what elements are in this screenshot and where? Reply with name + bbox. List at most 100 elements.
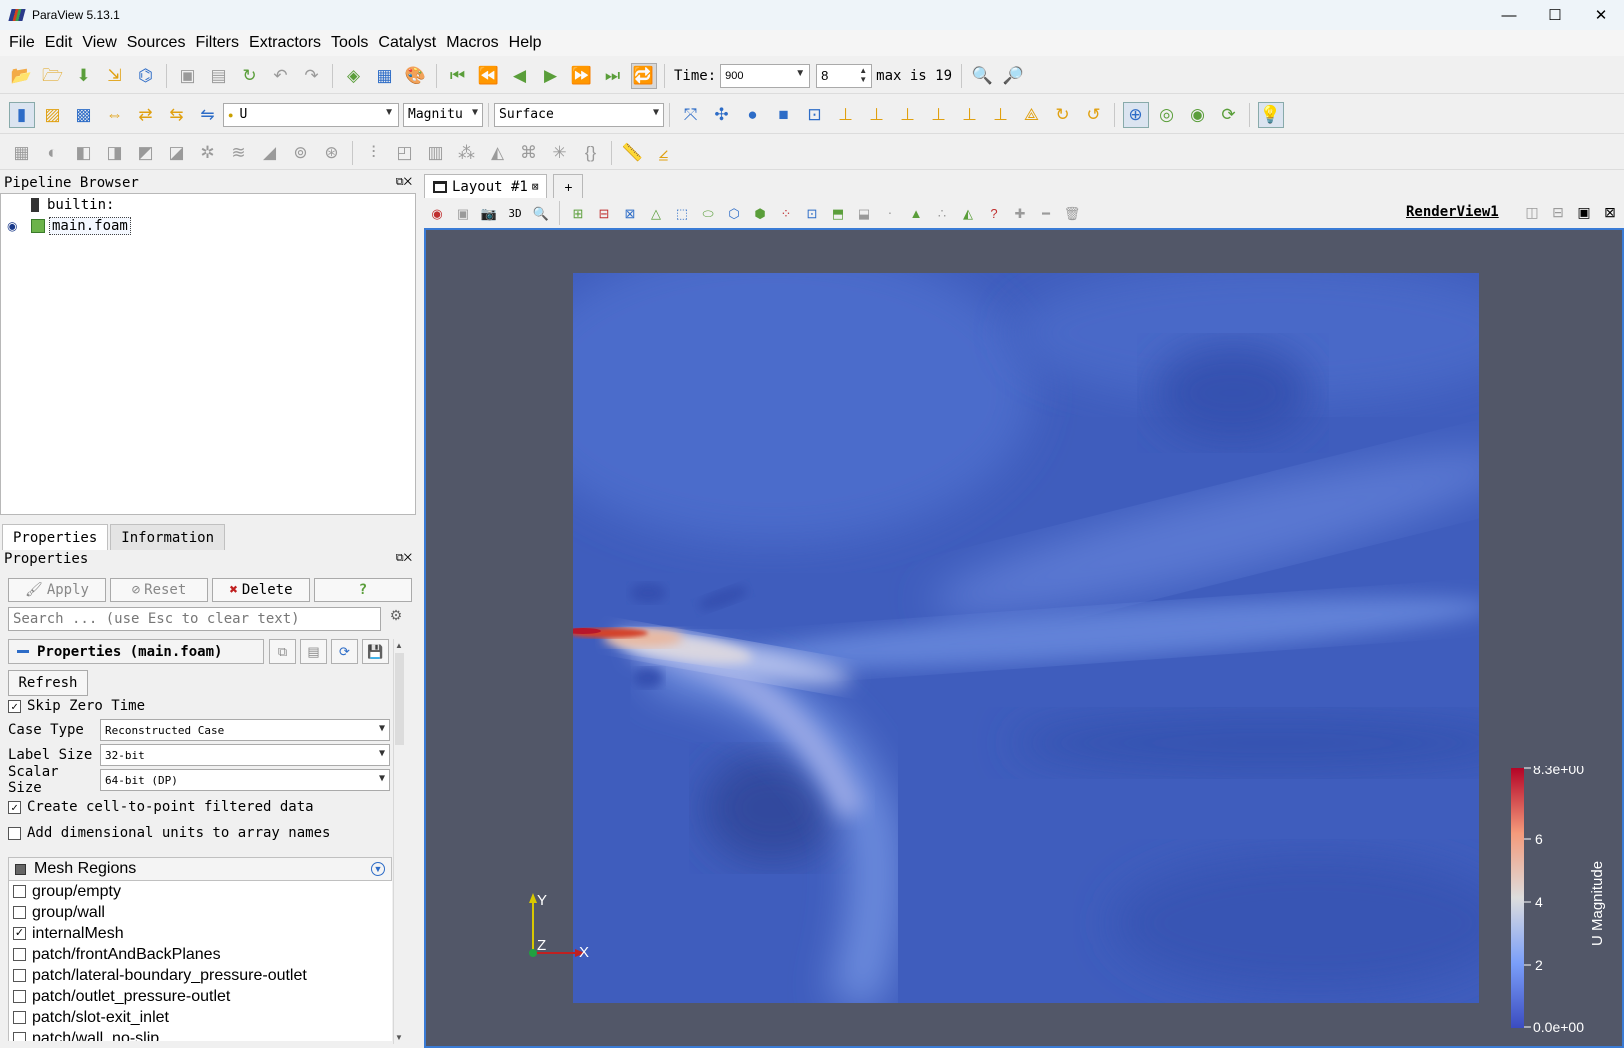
temporal-icon[interactable]: ⌘ xyxy=(516,140,542,166)
checkbox-checked[interactable]: ✓ xyxy=(8,699,21,713)
menu-tools[interactable]: Tools xyxy=(326,34,373,52)
menu-extractors[interactable]: Extractors xyxy=(244,34,326,52)
menu-help[interactable]: Help xyxy=(504,34,547,52)
pick-center-icon[interactable]: ◉ xyxy=(1185,102,1211,128)
isometric-view-icon[interactable]: ⟁ xyxy=(1019,102,1045,128)
group-icon[interactable]: ⊚ xyxy=(288,140,314,166)
apply-button[interactable]: 🖌 Apply xyxy=(8,578,106,602)
properties-section-header[interactable]: Properties (main.foam) xyxy=(8,639,264,664)
add-layout-button[interactable]: + xyxy=(553,174,584,198)
first-frame-icon[interactable]: ⏮ xyxy=(445,63,471,89)
list-item[interactable]: patch/lateral-boundary_pressure-outlet xyxy=(9,965,392,986)
ruler-icon[interactable]: 📏 xyxy=(620,140,646,166)
zoom-to-data-icon[interactable]: ● xyxy=(740,102,766,128)
checkbox-checked[interactable]: ✓ xyxy=(13,927,26,940)
interactive-select-icon[interactable]: ⬭ xyxy=(697,202,719,224)
warp-icon[interactable]: ◢ xyxy=(257,140,283,166)
minimize-button[interactable]: — xyxy=(1486,0,1532,30)
triangle-query-icon[interactable]: ◭ xyxy=(957,202,979,224)
close-view-icon[interactable]: ⊠ xyxy=(1598,201,1622,223)
reset-session-icon[interactable]: ↻ xyxy=(237,63,263,89)
time-value-combo[interactable]: 900 ▼ xyxy=(720,63,811,88)
select-block-icon[interactable]: ⬚ xyxy=(671,202,693,224)
glyph-icon[interactable]: ✲ xyxy=(195,140,221,166)
step-back-icon[interactable]: ◀ xyxy=(507,63,533,89)
help-button[interactable]: ? xyxy=(314,578,412,602)
zoom-to-box-icon[interactable]: ■ xyxy=(771,102,797,128)
case-type-combo[interactable]: Reconstructed Case ▼ xyxy=(100,719,390,741)
rotation-center-icon[interactable]: ⟳ xyxy=(1216,102,1242,128)
zoom-view-icon[interactable]: 🔍 xyxy=(530,202,552,224)
integrate-icon[interactable]: ◭ xyxy=(485,140,511,166)
eye-icon[interactable]: ◉ xyxy=(7,219,17,233)
capture-screenshot-icon[interactable]: ◉ xyxy=(426,202,448,224)
view-layout-icon[interactable]: ▣ xyxy=(452,202,474,224)
triangle-points-icon[interactable]: ∴ xyxy=(931,202,953,224)
label-size-combo[interactable]: 32-bit ▼ xyxy=(100,744,390,766)
menu-edit[interactable]: Edit xyxy=(40,34,78,52)
tab-layout-1[interactable]: Layout #1 ⊠ xyxy=(424,174,548,198)
select-polygon-points-icon[interactable]: ⬢ xyxy=(749,202,771,224)
histogram-icon[interactable]: ▥ xyxy=(423,140,449,166)
python-calc-icon[interactable]: {} xyxy=(578,140,604,166)
menu-filters[interactable]: Filters xyxy=(190,34,244,52)
checkbox-checked[interactable]: ✓ xyxy=(8,800,21,814)
reset-camera-icon[interactable]: ⤧ xyxy=(678,102,704,128)
clear-selection-icon[interactable]: ⋅ xyxy=(879,202,901,224)
save-state-icon[interactable]: ▣ xyxy=(175,63,201,89)
select-points-on-icon[interactable]: ⊟ xyxy=(593,202,615,224)
skip-zero-time-checkbox[interactable]: ✓ Skip Zero Time xyxy=(8,698,145,714)
reset-button[interactable]: ⊘ Reset xyxy=(110,578,208,602)
checkbox-unchecked[interactable] xyxy=(13,906,26,919)
reset-camera-closest-icon[interactable]: ✣ xyxy=(709,102,735,128)
shrink-selection-icon[interactable]: ⬓ xyxy=(853,202,875,224)
component-combo[interactable]: Magnitu ▼ xyxy=(403,102,483,127)
copy-icon[interactable]: ⧉ xyxy=(269,639,296,664)
python-shell-icon[interactable]: ▦ xyxy=(372,63,398,89)
list-item[interactable]: patch/outlet_pressure-outlet xyxy=(9,986,392,1007)
view-plus-y-icon[interactable]: ⊥ xyxy=(895,102,921,128)
properties-search-input[interactable]: Search ... (use Esc to clear text) xyxy=(8,607,381,631)
show-center-icon[interactable]: ⊕ xyxy=(1122,101,1149,128)
paste-icon[interactable]: ▤ xyxy=(300,639,327,664)
threshold-icon[interactable]: ◩ xyxy=(133,140,159,166)
zoom-add-icon[interactable]: 🔎 xyxy=(1001,63,1027,89)
view-plus-x-icon[interactable]: ⊥ xyxy=(833,102,859,128)
connect-icon[interactable]: ⇲ xyxy=(102,63,128,89)
edit-color-map-icon[interactable]: ▨ xyxy=(40,102,66,128)
hover-cells-icon[interactable]: ⊡ xyxy=(801,202,823,224)
open-recent-icon[interactable]: 🗁 xyxy=(40,63,66,89)
list-item[interactable]: patch/wall_no-slip xyxy=(9,1028,392,1041)
tree-item-main-foam[interactable]: ◉ main.foam xyxy=(1,215,415,236)
list-item[interactable]: ✓ internalMesh xyxy=(9,923,392,944)
load-state-icon[interactable]: ▤ xyxy=(206,63,232,89)
loop-icon[interactable]: 🔁 xyxy=(630,62,657,89)
select-points-frustum-icon[interactable]: △ xyxy=(645,202,667,224)
close-tab-icon[interactable]: ⊠ xyxy=(532,180,539,193)
list-item[interactable]: patch/slot-exit_inlet xyxy=(9,1007,392,1028)
scalar-size-combo[interactable]: 64-bit (DP) ▼ xyxy=(100,769,390,791)
view-minus-y-icon[interactable]: ⊥ xyxy=(926,102,952,128)
plot-over-line-icon[interactable]: ⫶ xyxy=(361,140,387,166)
decimate-icon[interactable]: ✳ xyxy=(547,140,573,166)
list-item[interactable]: group/wall xyxy=(9,902,392,923)
checkbox-unchecked[interactable] xyxy=(13,1032,26,1041)
stream-tracer-icon[interactable]: ≋ xyxy=(226,140,252,166)
redo-icon[interactable]: ↷ xyxy=(299,63,325,89)
color-legend[interactable]: 8.3e+00 6 4 2 0.0e+00 U Magnitude xyxy=(1509,766,1609,1046)
select-all-checkbox[interactable] xyxy=(15,863,26,875)
select-polygon-cells-icon[interactable]: ⬡ xyxy=(723,202,745,224)
menu-view[interactable]: View xyxy=(77,34,121,52)
toggle-3d-button[interactable]: 3D xyxy=(504,202,526,224)
menu-catalyst[interactable]: Catalyst xyxy=(373,34,441,52)
maximize-button[interactable]: ☐ xyxy=(1532,0,1578,30)
gear-icon[interactable]: ⚙ xyxy=(385,607,407,631)
rotate-plus-90-icon[interactable]: ↻ xyxy=(1050,102,1076,128)
select-cells-frustum-icon[interactable]: ⊠ xyxy=(619,202,641,224)
split-vertical-icon[interactable]: ⊟ xyxy=(1546,201,1570,223)
menu-file[interactable]: File xyxy=(4,34,40,52)
toggle-color-legend-icon[interactable]: ▮ xyxy=(8,101,35,128)
protractor-icon[interactable]: ⦤ xyxy=(651,140,677,166)
undo-icon[interactable]: ↶ xyxy=(268,63,294,89)
plot-data-icon[interactable]: ⁂ xyxy=(454,140,480,166)
